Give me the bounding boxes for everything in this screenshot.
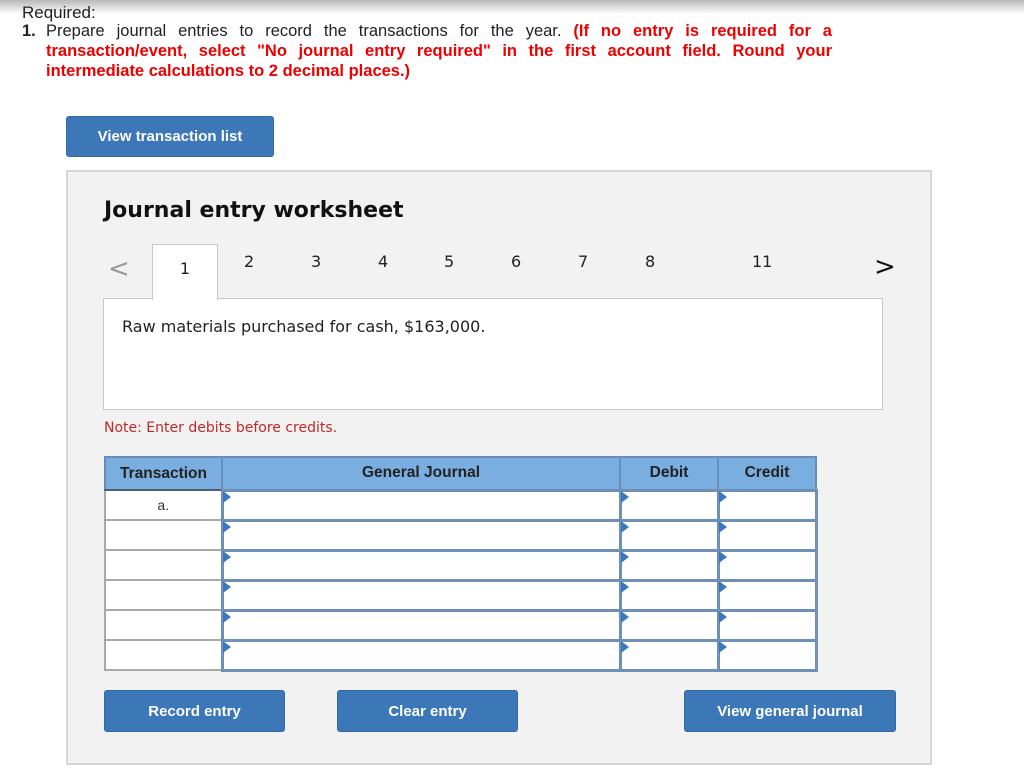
tab-4[interactable]: 4 [378, 252, 388, 271]
instruction: 1. Prepare journal entries to record the… [22, 21, 832, 81]
top-shadow [0, 0, 1024, 14]
table-row [104, 608, 818, 642]
credit-field[interactable] [716, 608, 818, 642]
table-row [104, 638, 818, 672]
tab-6[interactable]: 6 [511, 252, 521, 271]
account-field[interactable] [220, 548, 622, 582]
journal-table: Transaction General Journal Debit Credit… [104, 456, 818, 672]
credit-field[interactable] [716, 548, 818, 582]
required-label: Required: [22, 3, 96, 22]
tab-11[interactable]: 11 [752, 252, 772, 271]
table-row: a. [104, 488, 818, 522]
transaction-cell [104, 579, 223, 611]
transaction-description-box: Raw materials purchased for cash, $163,0… [103, 298, 883, 410]
tab-3[interactable]: 3 [311, 252, 321, 271]
tab-2[interactable]: 2 [244, 252, 254, 271]
table-row [104, 518, 818, 552]
instruction-text: Prepare journal entries to record the tr… [46, 22, 562, 40]
tab-5[interactable]: 5 [444, 252, 454, 271]
transaction-cell [104, 519, 223, 551]
chevron-left-icon[interactable]: < [108, 254, 130, 284]
header-general-journal: General Journal [221, 456, 621, 491]
tabs-row: < 1 2 3 4 5 6 7 8 11 > [68, 244, 930, 300]
record-entry-button[interactable]: Record entry [104, 690, 285, 732]
credit-field[interactable] [716, 638, 818, 672]
debit-field[interactable] [618, 578, 720, 612]
view-transaction-list-button[interactable]: View transaction list [66, 116, 274, 157]
header-transaction: Transaction [104, 456, 223, 491]
debits-credits-note: Note: Enter debits before credits. [104, 420, 338, 436]
account-field[interactable] [220, 608, 622, 642]
account-field[interactable] [220, 578, 622, 612]
journal-entry-worksheet-panel: Journal entry worksheet < 1 2 3 4 5 6 7 … [66, 170, 932, 765]
view-general-journal-button[interactable]: View general journal [684, 690, 896, 732]
account-field[interactable] [220, 488, 622, 522]
debit-field[interactable] [618, 638, 720, 672]
account-field[interactable] [220, 518, 622, 552]
header-credit: Credit [717, 456, 817, 491]
tab-1[interactable]: 1 [152, 244, 218, 300]
tab-7[interactable]: 7 [578, 252, 588, 271]
header-debit: Debit [619, 456, 719, 491]
transaction-cell [104, 639, 223, 671]
table-row [104, 578, 818, 612]
table-header-row: Transaction General Journal Debit Credit [104, 456, 817, 491]
credit-field[interactable] [716, 518, 818, 552]
credit-field[interactable] [716, 578, 818, 612]
chevron-right-icon[interactable]: > [874, 252, 896, 282]
debit-field[interactable] [618, 518, 720, 552]
transaction-cell: a. [104, 489, 223, 521]
clear-entry-button[interactable]: Clear entry [337, 690, 518, 732]
table-row [104, 548, 818, 582]
debit-field[interactable] [618, 488, 720, 522]
transaction-description: Raw materials purchased for cash, $163,0… [122, 317, 486, 336]
transaction-cell [104, 549, 223, 581]
instruction-body: Prepare journal entries to record the tr… [46, 21, 832, 81]
credit-field[interactable] [716, 488, 818, 522]
instruction-number: 1. [22, 22, 36, 40]
worksheet-title: Journal entry worksheet [104, 198, 404, 223]
debit-field[interactable] [618, 608, 720, 642]
account-field[interactable] [220, 638, 622, 672]
tab-8[interactable]: 8 [645, 252, 655, 271]
transaction-cell [104, 609, 223, 641]
debit-field[interactable] [618, 548, 720, 582]
